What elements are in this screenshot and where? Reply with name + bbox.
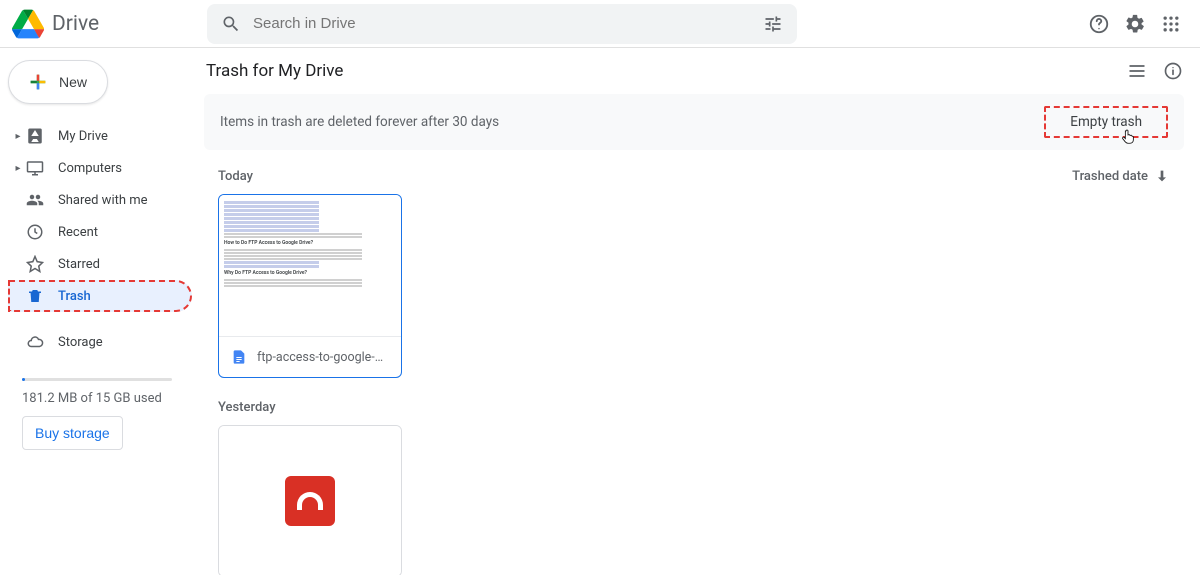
header-icons xyxy=(1088,13,1188,35)
arrow-down-icon xyxy=(1154,168,1170,184)
sidebar-item-shared[interactable]: Shared with me xyxy=(8,184,192,216)
main-area: Trash for My Drive Items in trash are de… xyxy=(200,48,1200,575)
buy-storage-button[interactable]: Buy storage xyxy=(22,416,123,450)
sidebar-item-label: My Drive xyxy=(58,129,108,144)
sidebar-item-starred[interactable]: Starred xyxy=(8,248,192,280)
sort-control[interactable]: Trashed date xyxy=(1072,168,1170,184)
app-icon xyxy=(285,476,335,526)
storage-bar xyxy=(22,378,172,381)
group-heading: Today xyxy=(218,169,253,184)
new-button-label: New xyxy=(59,74,87,90)
computers-icon xyxy=(24,159,46,177)
storage-text: 181.2 MB of 15 GB used xyxy=(22,391,192,406)
file-card[interactable] xyxy=(218,425,402,575)
trash-banner: Items in trash are deleted forever after… xyxy=(204,94,1184,150)
sidebar-item-storage[interactable]: Storage xyxy=(8,326,192,358)
new-button[interactable]: New xyxy=(8,60,108,104)
product-name: Drive xyxy=(52,12,99,36)
cloud-icon xyxy=(24,333,46,351)
sidebar-item-label: Recent xyxy=(58,225,98,240)
top-header: Drive xyxy=(0,0,1200,48)
cursor-hand-icon xyxy=(1120,128,1136,146)
drive-icon xyxy=(24,127,46,145)
search-input[interactable] xyxy=(253,15,763,32)
sidebar-item-label: Computers xyxy=(58,161,122,176)
plus-icon xyxy=(27,71,49,93)
info-icon[interactable] xyxy=(1162,60,1184,82)
file-card[interactable]: How to Do FTP Access to Google Drive? Wh… xyxy=(218,194,402,378)
section-header-yesterday: Yesterday xyxy=(200,382,1200,421)
sidebar: New ▸ My Drive ▸ Computers Shared with m… xyxy=(0,48,200,575)
sidebar-item-label: Storage xyxy=(58,335,103,350)
help-icon[interactable] xyxy=(1088,13,1110,35)
sidebar-item-trash[interactable]: Trash xyxy=(8,280,192,312)
docs-icon xyxy=(231,349,247,365)
file-name: ftp-access-to-google-driv… xyxy=(257,350,389,365)
section-header-today: Today Trashed date xyxy=(200,150,1200,190)
nav-list: ▸ My Drive ▸ Computers Shared with me Re… xyxy=(8,120,192,358)
search-icon xyxy=(221,14,241,34)
shared-icon xyxy=(24,191,46,209)
apps-grid-icon[interactable] xyxy=(1160,13,1182,35)
storage-section: 181.2 MB of 15 GB used Buy storage xyxy=(8,378,192,450)
sidebar-item-computers[interactable]: ▸ Computers xyxy=(8,152,192,184)
trash-icon xyxy=(24,287,46,305)
chevron-right-icon: ▸ xyxy=(12,131,24,142)
list-view-icon[interactable] xyxy=(1126,60,1148,82)
sidebar-item-my-drive[interactable]: ▸ My Drive xyxy=(8,120,192,152)
banner-text: Items in trash are deleted forever after… xyxy=(220,114,499,130)
clock-icon xyxy=(24,223,46,241)
gear-icon[interactable] xyxy=(1124,13,1146,35)
search-bar[interactable] xyxy=(207,4,797,44)
empty-trash-button[interactable]: Empty trash xyxy=(1044,106,1168,138)
sidebar-item-recent[interactable]: Recent xyxy=(8,216,192,248)
tune-icon[interactable] xyxy=(763,14,783,34)
group-heading: Yesterday xyxy=(218,400,276,415)
file-thumbnail xyxy=(219,426,401,575)
drive-logo-icon xyxy=(12,8,44,40)
chevron-right-icon: ▸ xyxy=(12,163,24,174)
sidebar-item-label: Starred xyxy=(58,257,100,272)
title-bar: Trash for My Drive xyxy=(200,48,1200,90)
logo-area[interactable]: Drive xyxy=(12,8,207,40)
page-title: Trash for My Drive xyxy=(206,61,343,81)
star-icon xyxy=(24,255,46,273)
sidebar-item-label: Shared with me xyxy=(58,193,148,208)
file-thumbnail: How to Do FTP Access to Google Drive? Wh… xyxy=(219,195,401,337)
sidebar-item-label: Trash xyxy=(58,289,91,304)
scrollbar[interactable] xyxy=(1190,48,1198,575)
